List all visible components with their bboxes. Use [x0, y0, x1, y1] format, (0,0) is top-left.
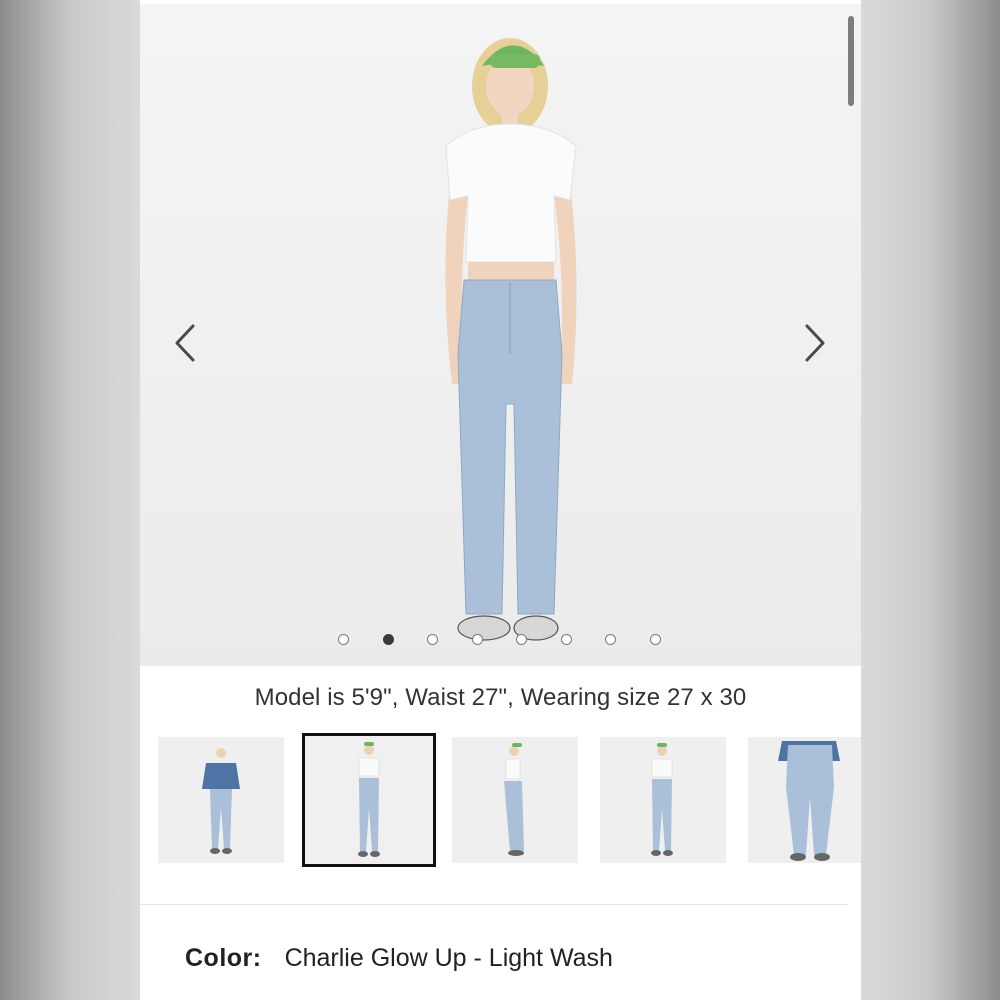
model-photo	[445, 38, 577, 641]
thumbnail-front-with-jacket[interactable]	[158, 737, 284, 863]
scrollbar[interactable]	[848, 16, 854, 106]
thumbnail-side[interactable]	[452, 737, 578, 863]
carousel-dot-active[interactable]	[382, 634, 394, 645]
carousel-dot[interactable]	[338, 634, 349, 645]
thumbnail-strip	[140, 732, 861, 868]
carousel-dot[interactable]	[471, 634, 483, 645]
thumbnail-front-selected[interactable]	[302, 733, 436, 867]
thumbnail-image	[202, 748, 240, 854]
color-label: Color:	[185, 944, 262, 972]
carousel-dot[interactable]	[605, 634, 616, 645]
product-page: Model is 5'9", Waist 27", Wearing size 2…	[140, 0, 861, 1000]
thumbnail-image	[651, 743, 673, 856]
chevron-right-icon	[805, 324, 825, 362]
next-image-button[interactable]	[800, 322, 830, 364]
color-selection: Color: Charlie Glow Up - Light Wash	[185, 944, 613, 973]
carousel-dot[interactable]	[516, 634, 527, 645]
carousel-dot[interactable]	[649, 634, 661, 645]
thumbnail-image	[778, 741, 840, 861]
previous-image-button[interactable]	[170, 322, 200, 364]
carousel-dot[interactable]	[560, 634, 572, 645]
carousel-pagination	[338, 632, 668, 648]
product-image-carousel[interactable]	[140, 4, 861, 666]
model-size-caption: Model is 5'9", Waist 27", Wearing size 2…	[254, 684, 747, 711]
thumbnail-back[interactable]	[600, 737, 726, 863]
thumbnail-image	[358, 742, 380, 857]
thumbnail-front-closeup[interactable]	[748, 737, 861, 863]
section-divider	[140, 904, 848, 905]
chevron-left-icon	[175, 324, 195, 362]
carousel-dot[interactable]	[427, 634, 438, 645]
color-value: Charlie Glow Up - Light Wash	[284, 944, 613, 972]
thumbnail-image	[504, 743, 524, 856]
